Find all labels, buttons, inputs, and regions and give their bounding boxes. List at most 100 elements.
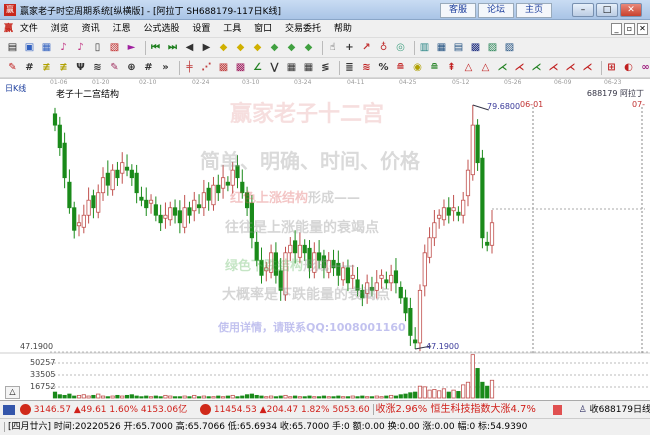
prev-icon[interactable]: ◀ [183,41,196,54]
circle-icon[interactable]: ⊕ [125,61,138,74]
pen-icon[interactable]: ✎ [6,61,19,74]
volume-bar [254,394,259,399]
t13-icon[interactable]: ⋌ [564,61,577,74]
menu-window[interactable]: 窗口 [254,20,272,38]
box2-icon[interactable]: ▩ [234,61,247,74]
news-ticker[interactable]: 收涨2.96% 恒生科技指数大涨4.7% [372,404,536,415]
mdi-minimize-button[interactable]: _ [611,23,622,35]
t6-icon[interactable]: ⇞ [445,61,458,74]
layout-icon[interactable]: ▤ [6,41,19,54]
last-icon[interactable]: ⏭ [166,41,179,54]
candle-down [129,169,134,179]
mdi-close-button[interactable]: ✕ [637,23,648,35]
more-icon[interactable]: » [159,61,172,74]
cycle-icon[interactable]: ♁ [377,41,390,54]
hand-icon[interactable]: ☝ [326,41,339,54]
volume-bar [220,396,226,399]
wave-icon[interactable]: ⋁ [268,61,281,74]
table2-icon[interactable]: ▦ [302,61,315,74]
menu-info[interactable]: 资讯 [82,20,100,38]
grid1-icon[interactable]: ╪ [183,61,196,74]
diamond4-icon[interactable]: ◆ [268,41,281,54]
fan-icon[interactable]: ⋰ [200,61,213,74]
zoom-icon[interactable]: ▣ [23,41,36,54]
t7-icon[interactable]: △ [462,61,475,74]
grid-icon[interactable]: ▦ [435,41,448,54]
candle-down [67,181,72,209]
bars-icon[interactable]: # [142,61,155,74]
crosshair-icon[interactable]: + [343,41,356,54]
forum-link[interactable]: 论坛 [478,3,514,18]
menu-settings[interactable]: 设置 [192,20,210,38]
hk-index-value: 11454.53 [213,405,257,415]
next-icon[interactable]: ▶ [200,41,213,54]
minimize-button[interactable]: – [572,3,594,17]
kline-chart[interactable]: 日K线 老子十二宫结构 688179 阿拉丁 79.6800 47.1900 0… [0,78,650,400]
tool1-icon[interactable]: ≢ [40,61,53,74]
t4-icon[interactable]: ◉ [411,61,424,74]
menu-gann[interactable]: 江恩 [113,20,131,38]
t2-icon[interactable]: ≋ [360,61,373,74]
diamond6-icon[interactable]: ◆ [302,41,315,54]
table-icon[interactable]: ▦ [285,61,298,74]
percent-icon[interactable]: % [377,61,390,74]
period-icon[interactable]: ▧ [108,41,121,54]
t5-icon[interactable]: ≘ [428,61,441,74]
t11-icon[interactable]: ⋌ [530,61,543,74]
calendar-icon[interactable]: ▥ [418,41,431,54]
save-icon[interactable]: ▩ [469,41,482,54]
cursor-icon[interactable]: ▯ [91,41,104,54]
box-icon[interactable]: ▩ [217,61,230,74]
infinity-icon[interactable]: ∞ [639,61,650,74]
ray-icon[interactable]: ≶ [319,61,332,74]
line-icon[interactable]: ↗ [360,41,373,54]
homepage-link[interactable]: 主页 [516,3,552,18]
tool5-icon[interactable]: ✎ [108,61,121,74]
t12-icon[interactable]: ⋌ [547,61,560,74]
tool3-icon[interactable]: Ψ [74,61,87,74]
first-icon[interactable]: ⏮ [149,41,162,54]
angle-icon[interactable]: ∠ [251,61,264,74]
volume-bar [96,393,101,399]
menu-file[interactable]: 文件 [20,20,38,38]
menu-browse[interactable]: 浏览 [51,20,69,38]
gann-icon[interactable]: ◎ [394,41,407,54]
t1-icon[interactable]: ≣ [343,61,356,74]
color-icon[interactable]: ◐ [622,61,635,74]
t10-icon[interactable]: ⋌ [513,61,526,74]
alert-icon[interactable] [552,404,562,415]
collapse-panel-button[interactable]: △ [5,386,20,399]
maximize-button[interactable]: □ [596,3,618,17]
t14-icon[interactable]: ⋌ [581,61,594,74]
t9-icon[interactable]: ⋌ [496,61,509,74]
diamond5-icon[interactable]: ◆ [285,41,298,54]
calculator-icon[interactable] [3,404,15,415]
close-button[interactable]: ✕ [620,3,642,17]
t8-icon[interactable]: △ [479,61,492,74]
chart2-icon[interactable]: ♪ [74,41,87,54]
t3-icon[interactable]: ≘ [394,61,407,74]
info-icon[interactable]: ▦ [40,41,53,54]
table3-icon[interactable]: ⊞ [605,61,618,74]
export-icon[interactable]: ▨ [486,41,499,54]
tool2-icon[interactable]: ≢ [57,61,70,74]
diamond2-icon[interactable]: ◆ [234,41,247,54]
tool4-icon[interactable]: ≋ [91,61,104,74]
menu-formula[interactable]: 公式选股 [143,20,179,38]
chart-icon[interactable]: ♪ [57,41,70,54]
mdi-restore-button[interactable]: ▫ [624,23,635,35]
candle-down [302,244,307,254]
volume-bar [268,395,274,399]
diamond3-icon[interactable]: ◆ [251,41,264,54]
menu-help[interactable]: 帮助 [334,20,352,38]
print-icon[interactable]: ▨ [503,41,516,54]
menu-trade[interactable]: 交易委托 [285,20,321,38]
flag-icon[interactable]: ► [125,41,138,54]
candle-down [456,211,461,216]
menu-tools[interactable]: 工具 [223,20,241,38]
diamond1-icon[interactable]: ◆ [217,41,230,54]
candle-up [163,214,168,219]
hash-icon[interactable]: # [23,61,36,74]
customer-service-link[interactable]: 客服 [440,3,476,18]
sheet-icon[interactable]: ▤ [452,41,465,54]
